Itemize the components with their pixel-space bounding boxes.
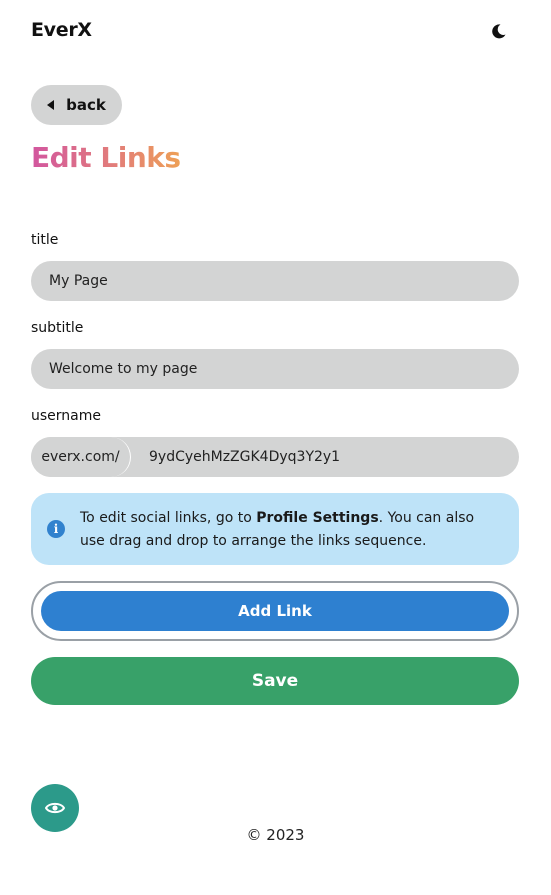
- username-label: username: [31, 408, 101, 424]
- add-link-container: Add Link: [31, 581, 519, 641]
- triangle-left-icon: [47, 100, 55, 110]
- username-prefix: everx.com/: [31, 437, 131, 477]
- title-label: title: [31, 232, 59, 248]
- back-label: back: [66, 96, 106, 114]
- eye-icon: [45, 802, 65, 814]
- copyright-text: © 2023: [246, 826, 305, 844]
- profile-settings-text: Profile Settings: [256, 510, 379, 526]
- back-button[interactable]: back: [31, 85, 122, 125]
- username-input[interactable]: [131, 437, 519, 477]
- preview-button[interactable]: [31, 784, 79, 832]
- username-field-group: everx.com/: [31, 437, 519, 477]
- subtitle-label: subtitle: [31, 320, 84, 336]
- info-icon: i: [47, 520, 65, 538]
- info-text-before: To edit social links, go to: [80, 510, 257, 526]
- title-input[interactable]: [31, 261, 519, 301]
- save-button[interactable]: Save: [31, 657, 519, 705]
- info-alert: i To edit social links, go to Profile Se…: [31, 493, 519, 565]
- subtitle-input[interactable]: [31, 349, 519, 389]
- add-link-button[interactable]: Add Link: [41, 591, 509, 631]
- theme-toggle-button[interactable]: [488, 20, 510, 42]
- page-title: Edit Links: [31, 141, 181, 174]
- info-text: To edit social links, go to Profile Sett…: [80, 507, 500, 553]
- moon-icon: [492, 24, 506, 39]
- brand-logo[interactable]: EverX: [31, 19, 92, 41]
